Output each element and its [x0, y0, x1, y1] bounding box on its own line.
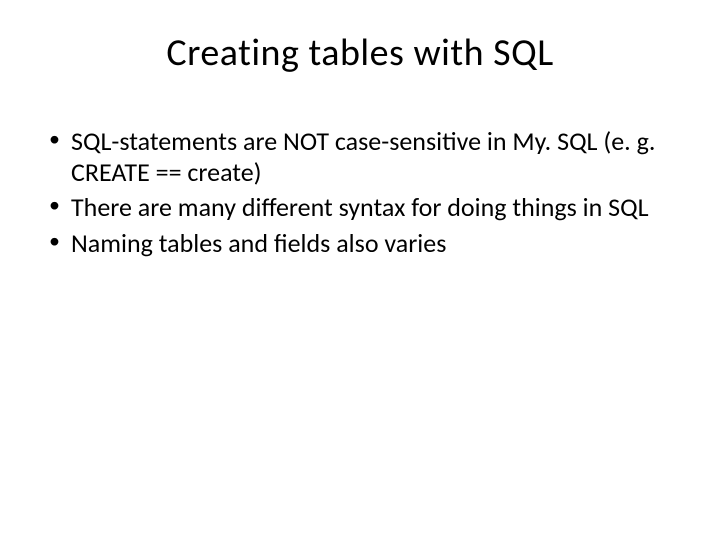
slide-title: Creating tables with SQL — [40, 30, 680, 76]
bullet-item: There are many different syntax for doin… — [45, 192, 680, 223]
slide: Creating tables with SQL SQL-statements … — [0, 0, 720, 540]
bullet-list: SQL-statements are NOT case-sensitive in… — [40, 126, 680, 259]
bullet-item: Naming tables and fields also varies — [45, 228, 680, 259]
bullet-item: SQL-statements are NOT case-sensitive in… — [45, 126, 680, 188]
